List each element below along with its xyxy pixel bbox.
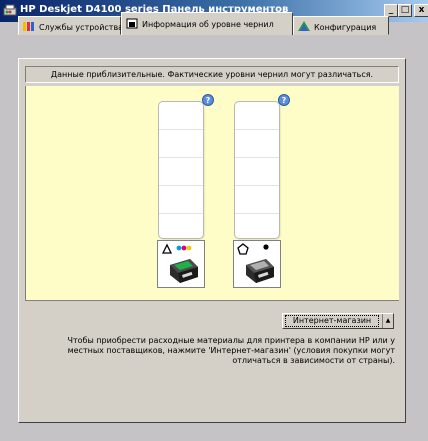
dropdown-arrow-icon[interactable]: ▲ (382, 314, 393, 328)
ink-tank-tricolor (158, 101, 204, 239)
unknown-level-badge-black[interactable]: ? (278, 94, 290, 106)
tricolor-cartridge-icon (161, 243, 198, 283)
pentagon-symbol-icon (237, 243, 249, 255)
maximize-button[interactable]: □ (398, 4, 412, 17)
ink-level-area: ? ? (25, 86, 399, 300)
store-section: Интернет-магазин ▲ Чтобы приобрести расх… (25, 300, 399, 406)
ink-tank-black (234, 101, 280, 239)
black-cartridge-icon (237, 243, 274, 283)
tab-ink-level-label: Информация об уровне чернил (142, 20, 274, 29)
unknown-level-badge-tricolor[interactable]: ? (202, 94, 214, 106)
black-cartridge (233, 240, 281, 288)
tab-device-services-label: Службы устройства (39, 23, 124, 32)
store-help-text: Чтобы приобрести расходные материалы для… (67, 336, 395, 365)
tab-device-services[interactable]: Службы устройства (18, 16, 124, 35)
ink-level-icon (126, 18, 138, 29)
triangle-symbol-icon (161, 243, 173, 254)
tricolor-cartridge (157, 240, 205, 288)
close-button[interactable]: x (414, 4, 428, 17)
tab-configuration[interactable]: Конфигурация (293, 16, 389, 35)
tab-ink-level[interactable]: Информация об уровне чернил (121, 12, 293, 35)
online-store-button[interactable]: Интернет-магазин ▲ (282, 313, 394, 329)
services-icon (23, 22, 34, 31)
online-store-button-label: Интернет-магазин (285, 315, 379, 327)
tab-configuration-label: Конфигурация (314, 23, 377, 32)
ink-notice: Данные приблизительные. Фактические уров… (25, 66, 399, 83)
configuration-icon (298, 21, 310, 31)
hp-printer-icon (3, 4, 17, 16)
